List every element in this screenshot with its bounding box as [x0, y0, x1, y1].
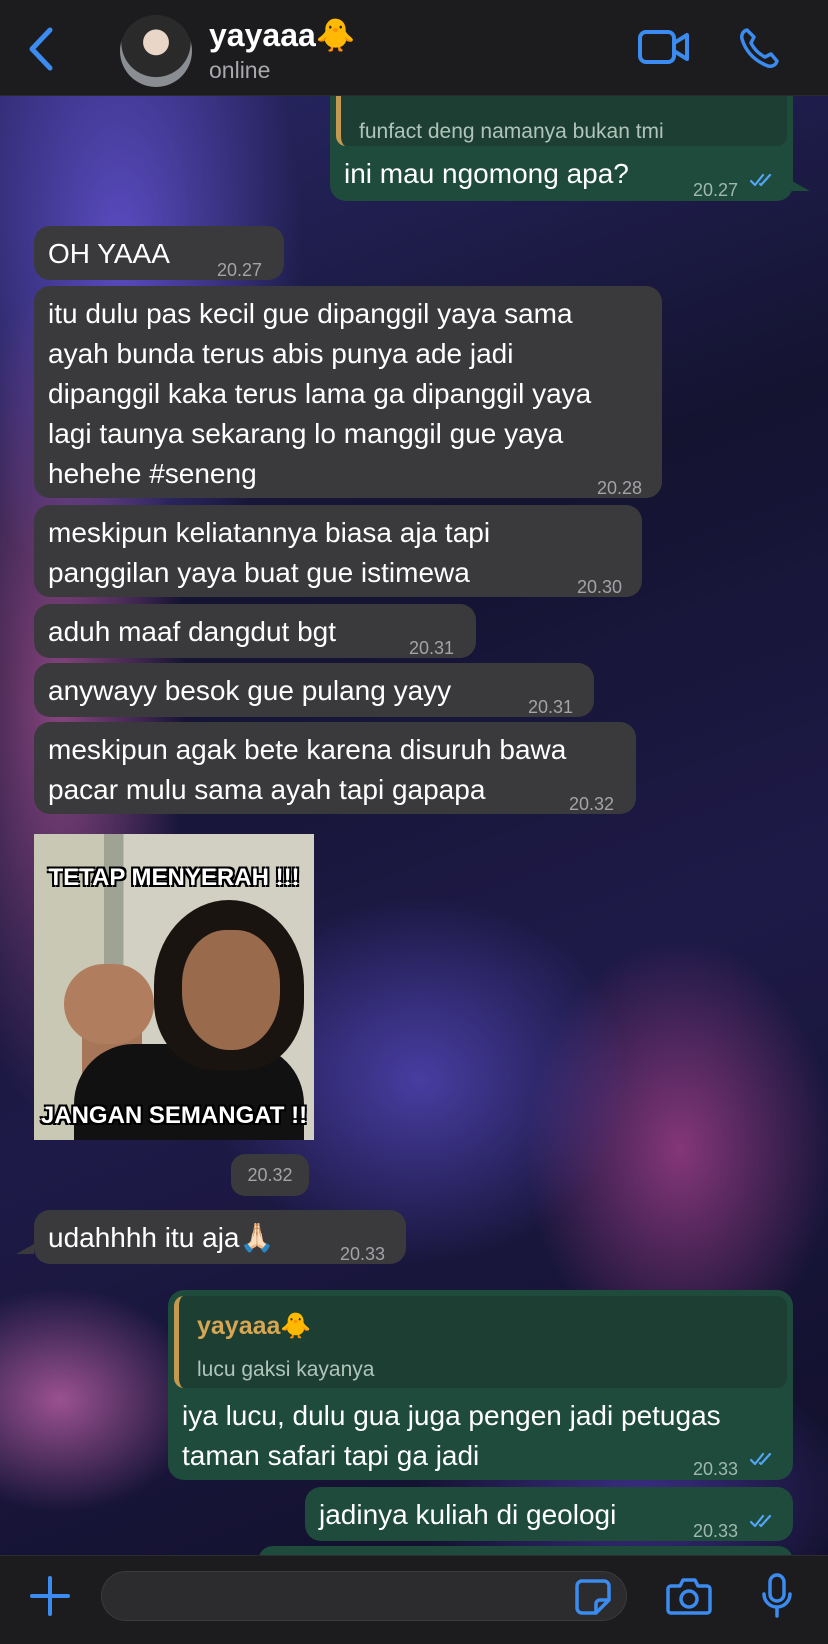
message-text-line: iya lucu, dulu gua juga pengen jadi petu…	[182, 1400, 721, 1431]
camera-button[interactable]	[666, 1576, 712, 1621]
message-time: 20.33	[693, 1459, 739, 1479]
message-text: anywayy besok gue pulang yayy	[48, 675, 452, 706]
back-button[interactable]	[22, 26, 62, 72]
message-bubble-incoming[interactable]: aduh maaf dangdut bgt 20.31	[34, 604, 476, 658]
video-call-button[interactable]	[637, 28, 691, 73]
video-camera-icon	[638, 30, 689, 64]
meme-fist	[64, 964, 154, 1044]
message-text-line: pacar mulu sama ayah tapi gapapa	[48, 774, 486, 805]
chevron-left-icon	[29, 27, 53, 71]
reply-quote-text: funfact deng namanya bukan tmi	[359, 120, 664, 143]
voice-message-button[interactable]	[760, 1572, 794, 1625]
sticker-icon	[575, 1579, 611, 1615]
read-receipt-icon	[750, 1452, 772, 1466]
message-time: 20.30	[577, 577, 623, 597]
image-message-time: 20.32	[231, 1154, 309, 1196]
plus-icon	[30, 1576, 70, 1616]
message-bubble-incoming[interactable]: OH YAAA 20.27	[34, 226, 284, 280]
message-text-line: meskipun agak bete karena disuruh bawa	[48, 734, 567, 765]
reply-quote-sender: yayaaa🐥	[197, 1312, 312, 1340]
bubble-tail	[16, 1244, 34, 1254]
message-text: ini mau ngomong apa?	[344, 158, 629, 189]
message-time: 20.33	[693, 1521, 739, 1541]
message-text-line: lagi taunya sekarang lo manggil gue yaya	[48, 418, 564, 449]
bubble-tail	[792, 181, 810, 191]
message-time: 20.33	[340, 1244, 386, 1264]
message-text-line: hehehe #seneng	[48, 458, 257, 489]
message-bubble-incoming[interactable]: meskipun agak bete karena disuruh bawa p…	[34, 722, 636, 814]
contact-status: online	[209, 57, 271, 83]
message-time: 20.27	[217, 260, 263, 280]
contact-name[interactable]: yayaaa🐥	[209, 16, 356, 54]
camera-icon	[666, 1578, 712, 1615]
message-time: 20.27	[693, 180, 739, 200]
message-time: 20.28	[597, 478, 643, 498]
read-receipt-icon	[750, 173, 772, 187]
sticker-button[interactable]	[574, 1578, 612, 1621]
message-text-line: itu dulu pas kecil gue dipanggil yaya sa…	[48, 298, 573, 329]
chat-header: yayaaa🐥 online	[0, 0, 828, 96]
message-bubble-outgoing[interactable]: jadinya kuliah di geologi 20.33	[305, 1487, 793, 1541]
message-bubble-outgoing[interactable]: yayaaa🐥 lucu gaksi kayanya iya lucu, dul…	[168, 1290, 793, 1480]
microphone-icon	[762, 1573, 792, 1618]
read-receipt-icon	[750, 1514, 772, 1528]
meme-caption-bottom: JANGAN SEMANGAT !!	[40, 1102, 308, 1129]
meme-caption-top: TETAP MENYERAH !!!	[48, 864, 300, 891]
meme-face	[182, 930, 280, 1050]
message-text: aduh maaf dangdut bgt	[48, 616, 337, 647]
message-text-line: meskipun keliatannya biasa aja tapi	[48, 517, 491, 548]
message-text-line: taman safari tapi ga jadi	[182, 1440, 480, 1471]
message-bubble-incoming[interactable]: meskipun keliatannya biasa aja tapi pang…	[34, 505, 642, 597]
composer-bar	[0, 1555, 828, 1644]
reply-quote-text: lucu gaksi kayanya	[197, 1358, 375, 1381]
attach-button[interactable]	[28, 1574, 72, 1623]
message-bubble-incoming[interactable]: anywayy besok gue pulang yayy 20.31	[34, 663, 594, 717]
avatar[interactable]	[120, 15, 192, 87]
message-bubble-incoming[interactable]: itu dulu pas kecil gue dipanggil yaya sa…	[34, 286, 662, 498]
message-time: 20.31	[528, 697, 574, 717]
message-text-line: dipanggil kaka terus lama ga dipanggil y…	[48, 378, 592, 409]
message-bubble-incoming[interactable]: udahhhh itu aja🙏🏻 20.33	[34, 1210, 406, 1264]
message-text-line: ayah bunda terus abis punya ade jadi	[48, 338, 514, 369]
message-input[interactable]	[101, 1571, 627, 1621]
message-text-line: panggilan yaya buat gue istimewa	[48, 557, 470, 588]
message-time: 20.31	[409, 638, 455, 658]
message-time: 20.32	[569, 794, 615, 814]
reply-quote[interactable]: yayaaa🐥 lucu gaksi kayanya	[174, 1296, 787, 1388]
image-message[interactable]: TETAP MENYERAH !!! JANGAN SEMANGAT !!	[34, 834, 314, 1140]
voice-call-button[interactable]	[738, 26, 780, 75]
phone-icon	[740, 28, 779, 68]
